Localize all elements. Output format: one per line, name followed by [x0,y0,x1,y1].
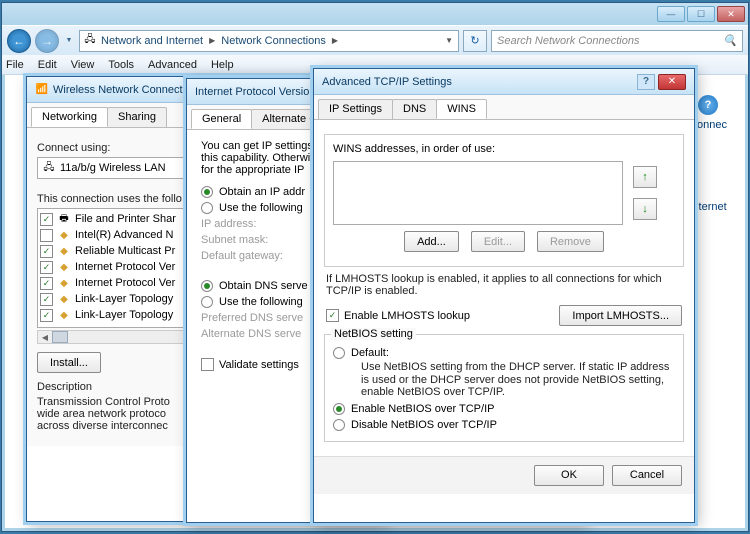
alt-dns-label: Alternate DNS serve [201,328,311,340]
adapter-name: 11a/b/g Wireless LAN [60,162,166,174]
menu-advanced[interactable]: Advanced [148,59,197,71]
search-input[interactable]: Search Network Connections 🔍 [491,30,743,52]
wins-listbox[interactable] [333,161,623,225]
wins-group: WINS addresses, in order of use: ↑ ↓ Add… [324,134,684,267]
tab-dns[interactable]: DNS [392,99,437,119]
explorer-titlebar: — ☐ ✕ [2,3,748,25]
protocol-icon: ◆ [57,244,71,258]
protocol-icon: ◆ [57,308,71,322]
radio-icon [201,280,213,292]
import-lmhosts-button[interactable]: Import LMHOSTS... [559,305,682,326]
tab-sharing[interactable]: Sharing [107,107,167,127]
radio-icon [333,347,345,359]
advanced-tcpip-dialog: Advanced TCP/IP Settings ? ✕ IP Settings… [313,68,695,523]
ip-label: IP address: [201,218,311,230]
radio-icon [333,403,345,415]
breadcrumb-part[interactable]: Network and Internet [97,35,207,47]
chevron-right-icon[interactable]: ▶ [330,36,340,45]
service-icon: 🖶 [57,212,71,226]
radio-netbios-disable[interactable]: Disable NetBIOS over TCP/IP [333,419,675,431]
checkbox-icon [201,358,214,371]
enable-lmhosts-label: Enable LMHOSTS lookup [344,310,470,322]
lmhosts-note: If LMHOSTS lookup is enabled, it applies… [326,273,682,297]
wifi-icon: 📶 [35,83,49,97]
add-button[interactable]: Add... [404,231,459,252]
forward-button[interactable]: → [35,29,59,53]
menu-view[interactable]: View [71,59,95,71]
menu-help[interactable]: Help [211,59,234,71]
menu-tools[interactable]: Tools [108,59,134,71]
chevron-down-icon[interactable]: ▼ [443,36,455,45]
enable-lmhosts-checkbox[interactable]: ✓ Enable LMHOSTS lookup [326,309,470,322]
checkbox-icon[interactable]: ✓ [40,293,53,306]
checkbox-icon[interactable]: ✓ [40,277,53,290]
tab-general[interactable]: General [191,109,252,129]
checkbox-icon[interactable]: ✓ [40,309,53,322]
dialog-title: Wireless Network Connect [53,84,183,96]
checkbox-icon: ✓ [326,309,339,322]
refresh-button[interactable]: ↻ [463,30,487,52]
protocol-icon: ◆ [57,292,71,306]
install-button[interactable]: Install... [37,352,101,373]
history-dropdown[interactable]: ▼ [63,29,75,53]
move-down-button[interactable]: ↓ [633,198,657,220]
gateway-label: Default gateway: [201,250,311,262]
search-icon: 🔍 [723,34,737,47]
cancel-button[interactable]: Cancel [612,465,682,486]
help-icon[interactable]: ? [698,95,718,115]
dialog-title: Advanced TCP/IP Settings [322,76,452,88]
netbios-group-title: NetBIOS setting [331,328,416,340]
checkbox-icon[interactable]: ✓ [40,245,53,258]
protocol-icon: ◆ [57,228,71,242]
chevron-right-icon[interactable]: ▶ [207,36,217,45]
checkbox-icon[interactable]: ✓ [40,213,53,226]
scroll-left-icon[interactable]: ◀ [38,333,52,342]
netbios-default-sub: Use NetBIOS setting from the DHCP server… [361,361,675,399]
pref-dns-label: Preferred DNS serve [201,312,311,324]
close-button[interactable]: ✕ [717,6,745,22]
protocol-icon: ◆ [57,260,71,274]
move-up-button[interactable]: ↑ [633,166,657,188]
edit-button[interactable]: Edit... [471,231,525,252]
checkbox-icon[interactable] [40,229,53,242]
checkbox-icon[interactable]: ✓ [40,261,53,274]
adapter-icon: 🖧 [42,161,56,175]
menu-edit[interactable]: Edit [38,59,57,71]
radio-icon [201,186,213,198]
radio-netbios-default[interactable]: Default: [333,347,675,359]
protocol-icon: ◆ [57,276,71,290]
tab-wins[interactable]: WINS [436,99,487,119]
scroll-thumb[interactable] [52,331,68,343]
remove-button[interactable]: Remove [537,231,604,252]
radio-netbios-enable[interactable]: Enable NetBIOS over TCP/IP [333,403,675,415]
radio-icon [333,419,345,431]
dialog-footer: OK Cancel [314,456,694,494]
menu-file[interactable]: File [6,59,24,71]
breadcrumb[interactable]: 🖧 Network and Internet ▶ Network Connect… [79,30,459,52]
ok-button[interactable]: OK [534,465,604,486]
nav-bar: ← → ▼ 🖧 Network and Internet ▶ Network C… [2,25,748,55]
validate-label: Validate settings [219,359,299,371]
dialog-title: Internet Protocol Version [195,86,315,98]
maximize-button[interactable]: ☐ [687,6,715,22]
wins-addresses-label: WINS addresses, in order of use: [333,143,675,155]
search-placeholder: Search Network Connections [497,35,639,47]
subnet-label: Subnet mask: [201,234,311,246]
netbios-group: NetBIOS setting Default: Use NetBIOS set… [324,334,684,442]
dialog-body: WINS addresses, in order of use: ↑ ↓ Add… [314,120,694,456]
dialog-titlebar[interactable]: Advanced TCP/IP Settings ? ✕ [314,69,694,95]
back-button[interactable]: ← [7,29,31,53]
tab-networking[interactable]: Networking [31,107,108,127]
radio-icon [201,202,213,214]
help-button[interactable]: ? [637,74,655,90]
breadcrumb-part[interactable]: Network Connections [217,35,330,47]
nav-icon: 🖧 [83,34,97,48]
tab-ip-settings[interactable]: IP Settings [318,99,393,119]
radio-icon [201,296,213,308]
tab-strip: IP Settings DNS WINS [314,95,694,120]
close-button[interactable]: ✕ [658,74,686,90]
minimize-button[interactable]: — [657,6,685,22]
